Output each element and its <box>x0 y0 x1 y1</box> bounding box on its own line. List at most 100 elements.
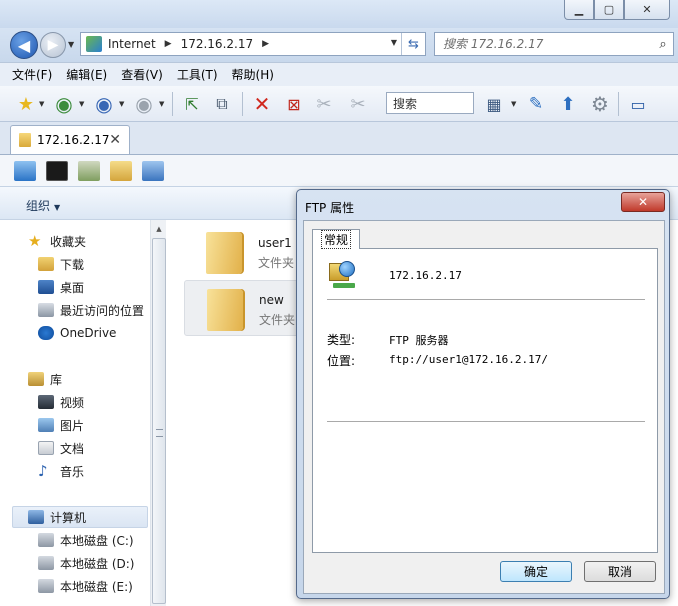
dialog-close-button[interactable]: ✕ <box>621 192 665 212</box>
folder-item[interactable]: new 文件夹 <box>184 280 304 336</box>
organize-button[interactable]: 组织 ▼ <box>26 197 60 214</box>
nav-desktop[interactable]: 桌面 <box>38 277 84 297</box>
quick-icon-row <box>0 154 678 186</box>
nav-label: 音乐 <box>60 464 85 479</box>
tools-icon[interactable] <box>78 161 100 181</box>
nav-documents[interactable]: 文档 <box>38 438 84 458</box>
breadcrumb-separator-icon[interactable]: ▶ <box>165 39 172 49</box>
copy-icon[interactable]: ⧉ <box>210 92 234 116</box>
folder-icon <box>19 133 31 147</box>
nav-drive-c[interactable]: 本地磁盘 (C:) <box>38 530 134 550</box>
delete-icon[interactable]: ✕ <box>250 92 274 116</box>
back-button[interactable]: ◀ <box>10 31 38 59</box>
terminal-icon[interactable] <box>46 161 68 181</box>
tab-general[interactable]: 常规 <box>312 229 360 249</box>
network-icon[interactable] <box>14 161 36 181</box>
divider <box>327 421 645 422</box>
cut-icon[interactable]: ✂ <box>312 92 336 116</box>
tab-host[interactable]: 172.16.2.17 ✕ <box>10 125 130 154</box>
computer-icon[interactable] <box>142 161 164 181</box>
scroll-thumb[interactable] <box>152 238 166 604</box>
nav-pictures[interactable]: 图片 <box>38 415 84 435</box>
nav-label: 收藏夹 <box>50 234 87 249</box>
nav-onedrive[interactable]: OneDrive <box>38 323 116 343</box>
refresh-button[interactable]: ⇆ <box>401 33 425 55</box>
ok-button[interactable]: 确定 <box>500 561 572 582</box>
disconnect-icon[interactable]: ◉ <box>132 92 156 116</box>
nav-computer[interactable]: 计算机 <box>28 507 86 527</box>
search-input[interactable] <box>435 37 653 51</box>
window-layout-icon[interactable]: ▭ <box>626 92 650 116</box>
nav-drive-d[interactable]: 本地磁盘 (D:) <box>38 553 134 573</box>
recent-pages-dropdown[interactable]: ▼ <box>68 40 74 49</box>
forward-button[interactable]: ▶ <box>40 32 66 58</box>
navigation-pane: ★ 收藏夹 下载 桌面 最近访问的位置 OneDrive 库 视频 图片 文档 ♪… <box>0 220 150 606</box>
address-history-dropdown[interactable]: ▼ <box>391 38 397 47</box>
scroll-up-icon[interactable]: ▲ <box>153 222 165 236</box>
recent-places-icon <box>38 303 54 317</box>
tab-close-icon[interactable]: ✕ <box>109 132 121 148</box>
nav-scrollbar[interactable]: ▲ <box>150 220 166 606</box>
favorites-dropdown[interactable]: ▼ <box>39 100 44 108</box>
cloud-icon <box>38 326 54 340</box>
menu-tools[interactable]: 工具(T) <box>177 66 218 83</box>
location-value: ftp://user1@172.16.2.17/ <box>389 353 548 366</box>
general-panel: 172.16.2.17 类型: FTP 服务器 位置: ftp://user1@… <box>312 248 658 553</box>
connect-icon[interactable]: ◉ <box>52 92 76 116</box>
disconnect-dropdown[interactable]: ▼ <box>159 100 164 108</box>
nav-label: 文档 <box>60 441 85 456</box>
dialog-title: FTP 属性 <box>305 201 355 215</box>
quick-connect-icon[interactable]: ◉ <box>92 92 116 116</box>
cancel-button[interactable]: 取消 <box>584 561 656 582</box>
back-arrow-icon: ◀ <box>17 35 31 55</box>
toolbar-search-input[interactable] <box>387 93 473 113</box>
gear-icon[interactable]: ⚙ <box>588 92 612 116</box>
folder-icon[interactable] <box>110 161 132 181</box>
folder-icon <box>206 232 242 274</box>
tab-row: 172.16.2.17 ✕ <box>0 122 678 154</box>
nav-favorites[interactable]: ★ 收藏夹 <box>28 231 86 251</box>
maximize-button[interactable]: ▢ <box>594 0 624 20</box>
breadcrumb-internet[interactable]: Internet <box>108 37 156 51</box>
address-row: ◀ ▶ ▼ Internet ▶ 172.16.2.17 ▶ ▼ ⇆ ⌕ <box>0 28 678 62</box>
ftp-server-icon <box>329 261 357 289</box>
search-icon[interactable]: ⌕ <box>653 37 673 52</box>
connect-dropdown[interactable]: ▼ <box>79 100 84 108</box>
up-arrow-icon[interactable]: ⬆ <box>556 92 580 116</box>
toolbar-separator <box>618 92 619 116</box>
star-icon: ★ <box>28 232 42 250</box>
paste-icon[interactable]: ✂ <box>346 92 370 116</box>
pin-icon[interactable]: ✎ <box>524 92 548 116</box>
view-options-dropdown[interactable]: ▼ <box>511 100 516 108</box>
nav-downloads[interactable]: 下载 <box>38 254 84 274</box>
address-bar[interactable]: Internet ▶ 172.16.2.17 ▶ ▼ ⇆ <box>80 32 426 56</box>
folder-item[interactable]: user1 文件夹 <box>184 224 304 280</box>
breadcrumb-separator-icon[interactable]: ▶ <box>262 39 269 49</box>
music-note-icon: ♪ <box>38 462 48 480</box>
menu-file[interactable]: 文件(F) <box>12 66 52 83</box>
nav-drive-e[interactable]: 本地磁盘 (E:) <box>38 576 133 596</box>
breadcrumb-host[interactable]: 172.16.2.17 <box>181 37 254 51</box>
nav-library[interactable]: 库 <box>28 369 62 389</box>
menu-help[interactable]: 帮助(H) <box>232 66 274 83</box>
move-up-icon[interactable]: ⇱ <box>180 92 204 116</box>
favorites-star-icon[interactable]: ★ <box>14 92 38 116</box>
view-options-icon[interactable]: ▦ <box>482 92 506 116</box>
nav-recent[interactable]: 最近访问的位置 <box>38 300 144 320</box>
toolbar-separator <box>172 92 173 116</box>
folder-type: 文件夹 <box>259 313 296 327</box>
nav-videos[interactable]: 视频 <box>38 392 84 412</box>
scroll-grip <box>156 429 163 437</box>
quick-connect-dropdown[interactable]: ▼ <box>119 100 124 108</box>
type-value: FTP 服务器 <box>389 334 449 347</box>
menu-edit[interactable]: 编辑(E) <box>66 66 107 83</box>
nav-label: 本地磁盘 (D:) <box>60 556 135 571</box>
host-name: 172.16.2.17 <box>389 269 462 282</box>
caption-buttons: ▁ ▢ ✕ <box>564 0 670 20</box>
minimize-button[interactable]: ▁ <box>564 0 594 20</box>
toolbar-separator <box>242 92 243 116</box>
stop-icon[interactable]: ⊠ <box>282 92 306 116</box>
close-window-button[interactable]: ✕ <box>624 0 670 20</box>
menu-view[interactable]: 查看(V) <box>121 66 163 83</box>
nav-music[interactable]: ♪ 音乐 <box>38 461 84 481</box>
